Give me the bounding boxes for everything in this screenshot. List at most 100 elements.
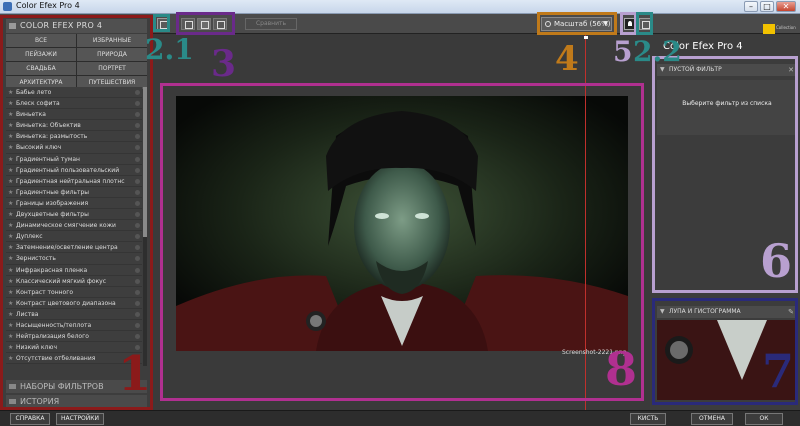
filter-name: Насыщенность/теплота — [16, 321, 92, 329]
star-icon[interactable]: ★ — [8, 176, 13, 187]
filter-name: Виньетка: размытость — [16, 133, 88, 141]
category-all[interactable]: ВСЕ — [6, 34, 76, 47]
pin-icon[interactable]: ✎ — [788, 306, 794, 318]
preset-dot-icon — [135, 200, 140, 206]
filter-list-item[interactable]: ★ Контраст тонного — [6, 286, 142, 298]
ok-button[interactable]: ОК — [745, 413, 783, 425]
close-button[interactable]: ✕ — [776, 1, 796, 12]
star-icon[interactable]: ★ — [8, 342, 13, 353]
nik-logo — [763, 24, 775, 34]
preset-dot-icon — [135, 178, 140, 184]
category-wedding[interactable]: СВАДЬБА — [6, 62, 76, 75]
star-icon[interactable]: ★ — [8, 187, 13, 198]
filter-list-item[interactable]: ★ Градиентные фильтры — [6, 186, 142, 198]
filter-list-item[interactable]: ★ Блеск софита — [6, 98, 142, 110]
preset-dot-icon — [135, 101, 140, 107]
star-icon[interactable]: ★ — [8, 154, 13, 165]
filter-list-item[interactable]: ★ Классический мягкий фокус — [6, 275, 142, 287]
star-icon[interactable]: ★ — [8, 98, 13, 109]
scroll-thumb[interactable] — [143, 87, 147, 237]
cancel-button[interactable]: ОТМЕНА — [691, 413, 733, 425]
filter-list-item[interactable]: ★ Виньетка: размытость — [6, 131, 142, 143]
star-icon[interactable]: ★ — [8, 220, 13, 231]
filter-name: Бабье лето — [16, 89, 52, 96]
help-button[interactable]: СПРАВКА — [10, 413, 50, 425]
toggle-right-panel-button[interactable] — [639, 18, 651, 30]
filter-list-item[interactable]: ★ Инфракрасная пленка — [6, 264, 142, 276]
category-nature[interactable]: ПРИРОДА — [77, 48, 147, 61]
filter-list-scrollbar[interactable] — [143, 87, 147, 366]
filter-list-item[interactable]: ★ Затемнение/осветление центра — [6, 242, 142, 254]
filter-list-item[interactable]: ★ Динамическое смягчение кожи — [6, 220, 142, 232]
star-icon[interactable]: ★ — [8, 309, 13, 320]
annotation-label-2-2: 2.2 — [633, 35, 682, 68]
star-icon[interactable]: ★ — [8, 242, 13, 253]
filter-name: Градиентные фильтры — [16, 188, 90, 196]
filter-list-item[interactable]: ★ Градиентный пользовательский — [6, 164, 142, 176]
split-view-button[interactable] — [197, 18, 211, 30]
category-portrait[interactable]: ПОРТРЕТ — [77, 62, 147, 75]
filter-list-item[interactable]: ★ Бабье лето — [6, 87, 142, 99]
toggle-left-panel-button[interactable] — [157, 18, 169, 30]
star-icon[interactable]: ★ — [8, 276, 13, 287]
category-landscape[interactable]: ПЕЙЗАЖИ — [6, 48, 76, 61]
window-title: Color Efex Pro 4 — [16, 1, 80, 10]
star-icon[interactable]: ★ — [8, 287, 13, 298]
preset-dot-icon — [135, 223, 140, 229]
settings-button[interactable]: НАСТРОЙКИ — [56, 413, 104, 425]
side-by-side-view-button[interactable] — [213, 18, 227, 30]
annotation-label-6: 6 — [760, 234, 793, 288]
compare-button[interactable]: Сравнить — [245, 18, 297, 30]
loupe-toggle-button[interactable] — [624, 18, 636, 30]
filter-list-item[interactable]: ★ Контраст цветового диапазона — [6, 297, 142, 309]
star-icon[interactable]: ★ — [8, 353, 13, 364]
filter-list-item[interactable]: ★ Градиентная нейтральная плотнс — [6, 175, 142, 187]
filter-list-item[interactable]: ★ Виньетка — [6, 109, 142, 121]
star-icon[interactable]: ★ — [8, 331, 13, 342]
panel-title: COLOR EFEX PRO 4 — [20, 21, 103, 30]
annotation-label-7: 7 — [762, 344, 795, 398]
close-icon[interactable]: ✕ — [788, 64, 794, 76]
single-view-button[interactable] — [181, 18, 195, 30]
filter-list-item[interactable]: ★ Зернистость — [6, 253, 142, 265]
filter-name: Градиентный пользовательский — [16, 166, 120, 174]
filter-list-item[interactable]: ★ Дуплекс — [6, 231, 142, 243]
star-icon[interactable]: ★ — [8, 298, 13, 309]
maximize-button[interactable]: □ — [760, 1, 774, 12]
filter-list-item[interactable]: ★ Нейтрализация белого — [6, 331, 142, 343]
filter-list-item[interactable]: ★ Двухцветные фильтры — [6, 209, 142, 221]
filter-list-item[interactable]: ★ Насыщенность/теплота — [6, 319, 142, 332]
star-icon[interactable]: ★ — [8, 209, 13, 220]
app-window: Color Efex Pro 4 – □ ✕ Сравнить Масштаб … — [0, 0, 800, 426]
star-icon[interactable]: ★ — [8, 142, 13, 153]
star-icon[interactable]: ★ — [8, 131, 13, 142]
filter-name: Градиентный туман — [16, 155, 80, 163]
preset-dot-icon — [135, 212, 140, 218]
filter-name: Контраст тонного — [16, 288, 74, 296]
loupe-histogram-header[interactable]: ▼ ЛУПА И ГИСТОГРАММА ✎ — [657, 306, 797, 318]
filter-list-item[interactable]: ★ Высокий ключ — [6, 142, 142, 154]
star-icon[interactable]: ★ — [8, 253, 13, 264]
filter-list-item[interactable]: ★ Виньетка: Объектив — [6, 120, 142, 132]
brush-button[interactable]: КИСТЬ — [630, 413, 666, 425]
star-icon[interactable]: ★ — [8, 120, 13, 131]
star-icon[interactable]: ★ — [8, 265, 13, 276]
folder-icon — [9, 384, 16, 389]
split-handle[interactable] — [584, 36, 588, 39]
minimize-button[interactable]: – — [744, 1, 758, 12]
preset-dot-icon — [135, 334, 140, 340]
filter-list-item[interactable]: ★ Листва — [6, 308, 142, 320]
filter-list-item[interactable]: ★ Градиентный туман — [6, 153, 142, 165]
star-icon[interactable]: ★ — [8, 320, 13, 331]
filter-list-item[interactable]: ★ Границы изображения — [6, 197, 142, 210]
zoom-select[interactable]: Масштаб (56%) ▼ — [541, 17, 612, 31]
filter-name: Нейтрализация белого — [16, 333, 89, 341]
star-icon[interactable]: ★ — [8, 198, 13, 209]
panel-header[interactable]: COLOR EFEX PRO 4 — [6, 19, 147, 33]
star-icon[interactable]: ★ — [8, 231, 13, 242]
preset-dot-icon — [135, 289, 140, 295]
category-favorites[interactable]: ИЗБРАННЫЕ — [77, 34, 147, 47]
star-icon[interactable]: ★ — [8, 87, 13, 98]
star-icon[interactable]: ★ — [8, 165, 13, 176]
star-icon[interactable]: ★ — [8, 109, 13, 120]
